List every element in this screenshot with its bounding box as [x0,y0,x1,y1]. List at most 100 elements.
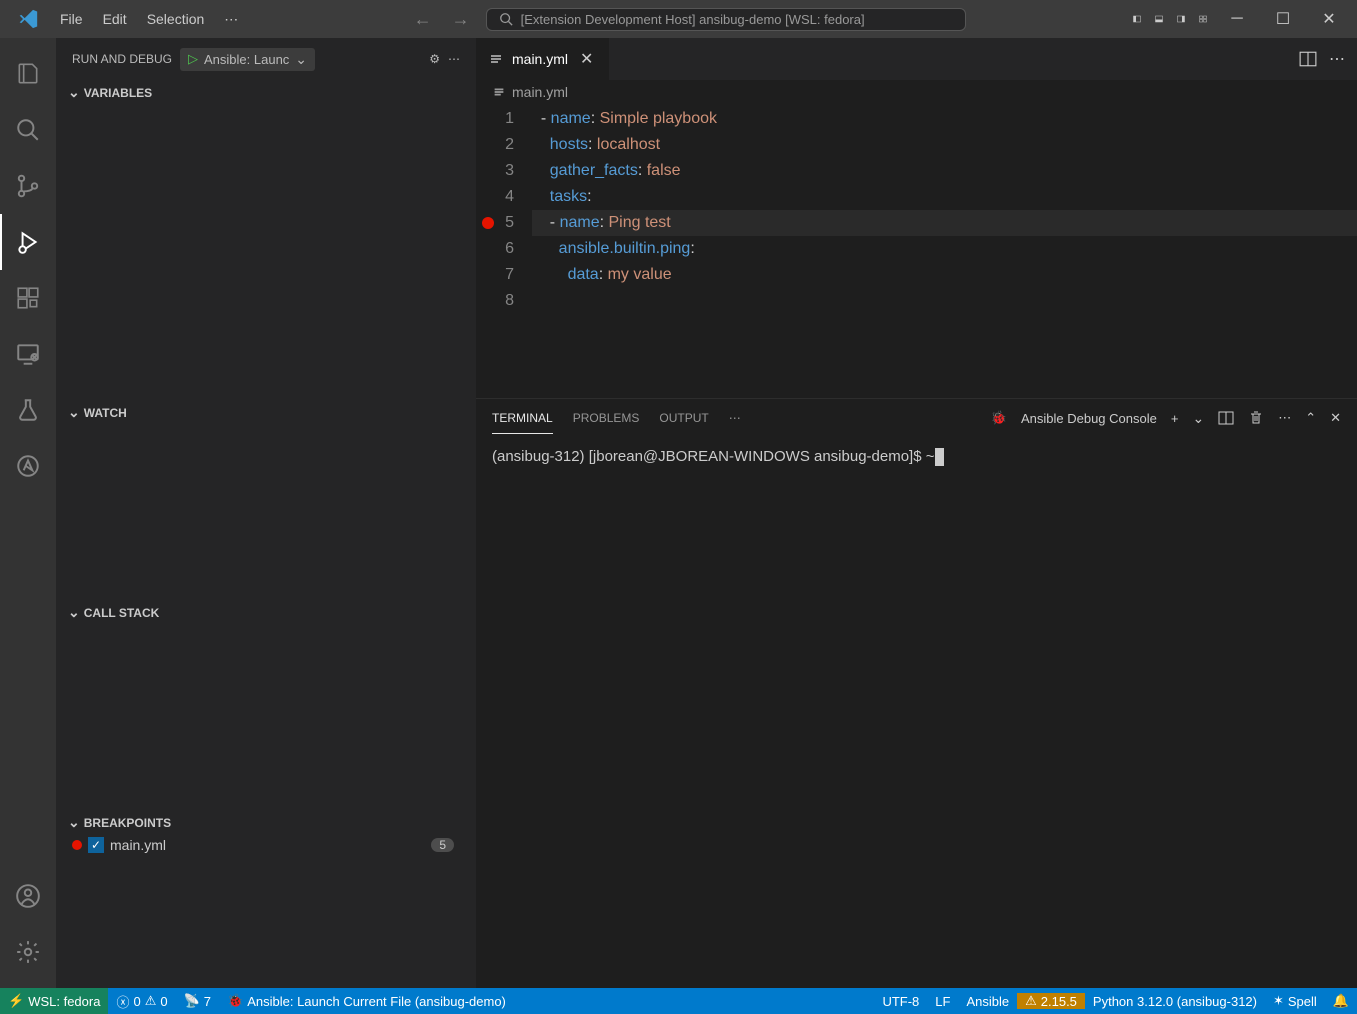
chevron-down-icon: ⌄ [295,51,307,68]
code-line[interactable]: tasks: [532,184,1357,210]
breakpoint-item[interactable]: ✓ main.yml 5 [56,835,476,855]
line-number[interactable]: 4 [476,184,514,210]
breakpoint-marker-icon[interactable] [482,217,494,229]
line-number[interactable]: 6 [476,236,514,262]
activity-ansible[interactable] [0,438,56,494]
bell-icon: 🔔 [1333,993,1349,1009]
status-spell[interactable]: ✶ Spell [1265,993,1325,1009]
remote-label: WSL: fedora [28,994,100,1009]
tab-overflow[interactable]: ⋯ [1329,49,1345,69]
chevron-down-icon[interactable]: ⌄ [1192,410,1204,427]
line-number[interactable]: 7 [476,262,514,288]
line-number[interactable]: 1 [476,106,514,132]
menu-file[interactable]: File [52,7,91,31]
window-maximize[interactable]: ☐ [1263,4,1303,34]
status-language[interactable]: Ansible [958,994,1017,1009]
gutter[interactable]: 12345678 [476,104,532,398]
activity-extensions[interactable] [0,270,56,326]
watch-section: ⌄ WATCH [56,400,476,600]
trash-icon[interactable] [1248,410,1264,426]
terminal-tab-overflow[interactable]: ⋯ [729,403,741,433]
gear-icon[interactable]: ⚙ [429,52,440,66]
breakpoint-line-badge: 5 [431,838,454,852]
terminal-overflow[interactable]: ⋯ [1278,410,1291,426]
code-lines[interactable]: - name: Simple playbook hosts: localhost… [532,104,1357,398]
code-line[interactable]: data: my value [532,262,1357,288]
activity-bottom [0,868,56,980]
line-number[interactable]: 8 [476,288,514,314]
new-terminal-icon[interactable]: + [1171,411,1179,426]
activity-scm[interactable] [0,158,56,214]
menu-overflow[interactable]: ⋯ [216,7,246,32]
menu-edit[interactable]: Edit [95,7,135,31]
code-line[interactable]: - name: Ping test [532,210,1357,236]
window-minimize[interactable]: ─ [1217,4,1257,34]
error-icon: ⓧ [116,992,129,1011]
activity-testing[interactable] [0,382,56,438]
breadcrumb-file: main.yml [512,84,568,100]
line-number[interactable]: 2 [476,132,514,158]
terminal-tab-terminal[interactable]: TERMINAL [492,403,553,434]
status-python[interactable]: Python 3.12.0 (ansibug-312) [1085,994,1265,1009]
breadcrumb[interactable]: main.yml [476,80,1357,104]
terminal-tab-output[interactable]: OUTPUT [659,403,708,433]
status-notifications[interactable]: 🔔 [1325,993,1357,1009]
debug-config-selector[interactable]: ▷ Ansible: Launc ⌄ [180,48,315,71]
layout-panel-icon[interactable] [1151,11,1167,27]
chevron-up-icon[interactable]: ⌃ [1305,410,1316,426]
warning-icon: ⚠ [1025,993,1037,1009]
sidebar-overflow[interactable]: ⋯ [448,52,460,66]
terminal-actions: 🐞 Ansible Debug Console + ⌄ ⋯ ⌃ ✕ [991,410,1341,427]
terminal-profile-label[interactable]: Ansible Debug Console [1021,411,1157,426]
chevron-down-icon: ⌄ [68,604,80,621]
status-encoding[interactable]: UTF-8 [874,994,927,1009]
callstack-header[interactable]: ⌄ CALL STACK [56,600,476,625]
variables-header[interactable]: ⌄ VARIABLES [56,80,476,105]
warning-icon: ⚠ [145,993,157,1009]
layout-sidebar-right-icon[interactable] [1173,11,1189,27]
split-terminal-icon[interactable] [1218,410,1234,426]
editor-content[interactable]: 12345678 - name: Simple playbook hosts: … [476,104,1357,398]
status-problems[interactable]: ⓧ0 ⚠0 [108,988,175,1014]
command-center[interactable]: [Extension Development Host] ansibug-dem… [486,8,966,31]
close-panel-icon[interactable]: ✕ [1330,410,1341,426]
split-editor-icon[interactable] [1299,50,1317,68]
activity-account[interactable] [0,868,56,924]
ports-icon: 📡 [184,993,200,1009]
layout-customize-icon[interactable] [1195,11,1211,27]
activity-settings[interactable] [0,924,56,980]
code-line[interactable] [532,288,1357,314]
status-debug[interactable]: 🐞 Ansible: Launch Current File (ansibug-… [219,988,514,1014]
line-number[interactable]: 3 [476,158,514,184]
status-ansible-version[interactable]: ⚠ 2.15.5 [1017,993,1085,1009]
watch-header[interactable]: ⌄ WATCH [56,400,476,425]
activity-explorer[interactable] [0,46,56,102]
status-remote[interactable]: ⚡ WSL: fedora [0,988,108,1014]
nav-forward-icon[interactable]: → [448,9,474,30]
activity-debug[interactable] [0,214,56,270]
activity-remote[interactable] [0,326,56,382]
code-line[interactable]: gather_facts: false [532,158,1357,184]
code-line[interactable]: - name: Simple playbook [532,106,1357,132]
file-icon [488,51,504,67]
code-line[interactable]: hosts: localhost [532,132,1357,158]
terminal-prompt: (ansibug-312) [jborean@JBOREAN-WINDOWS a… [492,448,935,465]
terminal-content[interactable]: (ansibug-312) [jborean@JBOREAN-WINDOWS a… [476,437,1357,988]
breakpoint-checkbox[interactable]: ✓ [88,837,104,853]
activity-search[interactable] [0,102,56,158]
menu-selection[interactable]: Selection [139,7,213,31]
breakpoints-header[interactable]: ⌄ BREAKPOINTS [56,810,476,835]
statusbar: ⚡ WSL: fedora ⓧ0 ⚠0 📡7 🐞 Ansible: Launch… [0,988,1357,1014]
terminal-tab-problems[interactable]: PROBLEMS [573,403,640,433]
status-ports[interactable]: 📡7 [176,988,219,1014]
layout-sidebar-left-icon[interactable] [1129,11,1145,27]
debug-console-icon: 🐞 [991,410,1007,426]
breakpoint-dot-icon [72,840,82,850]
window-close[interactable]: ✕ [1309,4,1349,34]
status-eol[interactable]: LF [927,994,958,1009]
code-line[interactable]: ansible.builtin.ping: [532,236,1357,262]
close-icon[interactable]: ✕ [576,49,597,69]
nav-back-icon[interactable]: ← [410,9,436,30]
cursor [935,448,944,466]
tab-main-yml[interactable]: main.yml ✕ [476,38,610,80]
